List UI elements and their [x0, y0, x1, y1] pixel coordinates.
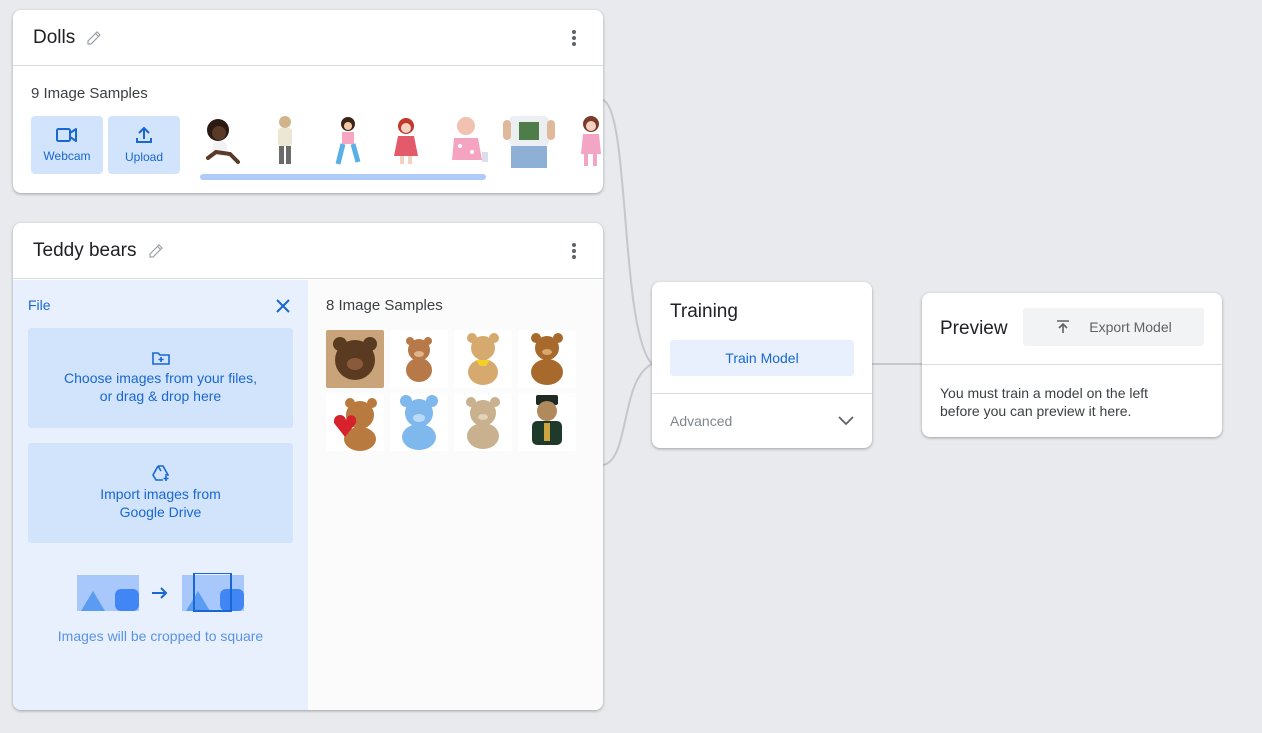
sample-thumbnail[interactable]	[320, 112, 376, 168]
preview-message-line2: before you can preview it here.	[940, 403, 1132, 419]
export-upload-icon	[1057, 320, 1070, 333]
advanced-label: Advanced	[670, 413, 733, 429]
panel-title: File	[28, 297, 51, 313]
export-model-button[interactable]: Export Model	[1023, 308, 1204, 346]
chevron-down-icon	[838, 416, 854, 426]
webcam-label: Webcam	[43, 149, 91, 163]
crop-caption: Images will be cropped to square	[57, 628, 264, 644]
sample-thumbnail[interactable]	[444, 112, 500, 168]
train-model-button[interactable]: Train Model	[670, 340, 854, 376]
sample-thumbnail[interactable]	[326, 393, 384, 451]
training-title: Training	[670, 301, 738, 322]
sample-thumbnail[interactable]	[573, 112, 603, 168]
drive-text-line2: Google Drive	[119, 504, 202, 520]
sample-thumbnail[interactable]	[454, 393, 512, 451]
sample-thumbnail[interactable]	[501, 112, 557, 168]
class-title[interactable]: Dolls	[33, 27, 75, 49]
export-label: Export Model	[1089, 319, 1172, 335]
webcam-button[interactable]: Webcam	[31, 116, 103, 174]
horizontal-scrollbar[interactable]	[200, 174, 486, 180]
google-drive-import-button[interactable]: Import images from Google Drive	[28, 443, 293, 543]
choose-files-dropzone[interactable]: Choose images from your files, or drag &…	[28, 328, 293, 428]
sample-thumbnail[interactable]	[258, 112, 314, 168]
video-camera-icon	[56, 128, 77, 142]
sample-thumbnail[interactable]	[518, 330, 576, 388]
close-icon[interactable]	[275, 298, 291, 314]
folder-add-icon	[151, 352, 170, 365]
sample-thumbnail[interactable]	[518, 393, 576, 451]
sample-thumbnail[interactable]	[390, 330, 448, 388]
divider	[922, 364, 1222, 365]
choose-files-text-line1: Choose images from your files,	[64, 370, 257, 386]
class-card-header: Dolls	[13, 10, 603, 66]
class-title[interactable]: Teddy bears	[33, 240, 137, 262]
upload-button[interactable]: Upload	[108, 116, 180, 174]
samples-grid-area: 8 Image Samples	[308, 280, 603, 710]
more-options-icon[interactable]	[567, 241, 581, 261]
sample-thumbnail[interactable]	[454, 330, 512, 388]
class-card-header: Teddy bears	[13, 223, 603, 279]
edit-pencil-icon[interactable]	[85, 29, 103, 47]
upload-label: Upload	[124, 150, 164, 164]
advanced-toggle[interactable]: Advanced	[652, 394, 872, 448]
preview-message-line1: You must train a model on the left	[940, 385, 1149, 401]
class-card-teddy-bears: Teddy bears File Choose images from your…	[13, 223, 603, 710]
samples-count: 8 Image Samples	[326, 297, 443, 314]
preview-card: Preview Export Model You must train a mo…	[922, 293, 1222, 437]
crop-to-square-illustration	[77, 573, 244, 612]
upload-icon	[136, 126, 152, 143]
google-drive-add-icon	[151, 465, 169, 481]
training-card: Training Train Model Advanced	[652, 282, 872, 448]
class-card-dolls: Dolls 9 Image Samples Webcam Upload	[13, 10, 603, 193]
file-upload-panel: File Choose images from your files, or d…	[13, 280, 308, 710]
sample-thumbnail[interactable]	[326, 330, 384, 388]
sample-thumbnail[interactable]	[390, 393, 448, 451]
preview-message: You must train a model on the left befor…	[940, 384, 1148, 420]
preview-title: Preview	[940, 318, 1008, 339]
choose-files-text-line2: or drag & drop here	[99, 388, 222, 404]
sample-thumbnail[interactable]	[382, 112, 438, 168]
edit-pencil-icon[interactable]	[147, 242, 165, 260]
drive-text-line1: Import images from	[100, 486, 221, 502]
sample-thumbnail[interactable]	[196, 112, 252, 168]
samples-count: 9 Image Samples	[31, 85, 148, 102]
more-options-icon[interactable]	[567, 28, 581, 48]
